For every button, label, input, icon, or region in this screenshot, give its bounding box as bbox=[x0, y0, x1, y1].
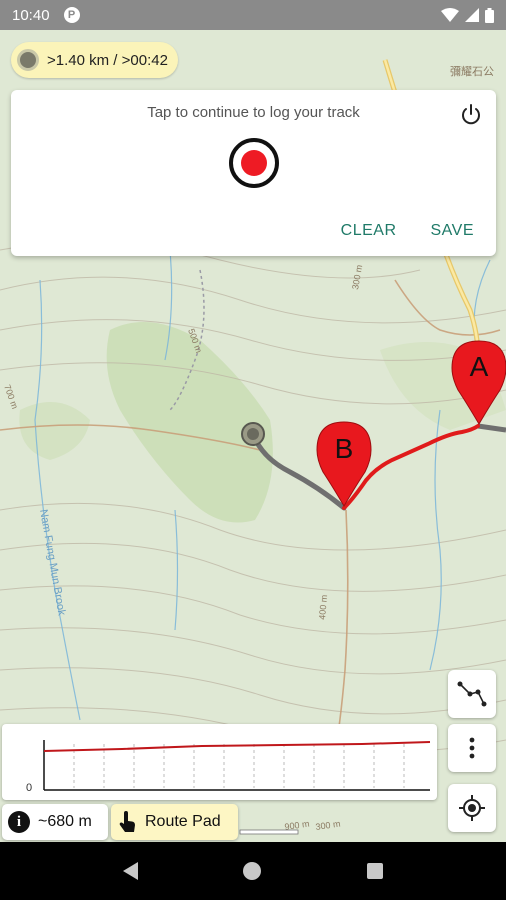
route-distance-text: ~680 m bbox=[38, 813, 92, 830]
record-button[interactable] bbox=[229, 138, 279, 188]
power-button[interactable] bbox=[456, 100, 486, 130]
status-icons bbox=[441, 7, 494, 23]
record-dot-icon bbox=[241, 150, 267, 176]
position-dot-icon bbox=[17, 49, 39, 71]
status-time: 10:40 bbox=[12, 6, 50, 24]
distance-summary-pill[interactable]: >1.40 km / >00:42 bbox=[11, 42, 178, 78]
system-nav-bar bbox=[0, 842, 506, 900]
distance-summary-text: >1.40 km / >00:42 bbox=[47, 51, 168, 69]
touch-hand-icon bbox=[119, 811, 135, 832]
clear-button[interactable]: CLEAR bbox=[341, 222, 397, 240]
home-icon[interactable] bbox=[243, 862, 262, 880]
elevation-profile-panel[interactable]: 0 bbox=[2, 724, 437, 800]
save-button[interactable]: SAVE bbox=[431, 222, 475, 240]
locate-me-button[interactable] bbox=[448, 784, 496, 832]
recents-icon[interactable] bbox=[367, 863, 384, 879]
more-vert-icon bbox=[469, 737, 475, 759]
route-line-button[interactable] bbox=[448, 670, 496, 718]
marker-b-label: B bbox=[335, 433, 354, 464]
wifi-icon bbox=[441, 8, 459, 22]
track-log-message: Tap to continue to log your track bbox=[147, 104, 360, 121]
back-icon[interactable] bbox=[122, 862, 138, 880]
power-icon bbox=[462, 104, 480, 125]
signal-icon bbox=[465, 8, 479, 22]
p-circle-icon: P bbox=[63, 7, 80, 23]
place-label: 彌耀石公 bbox=[450, 65, 494, 78]
route-pad-button[interactable]: Route Pad bbox=[111, 804, 238, 840]
marker-a-label: A bbox=[470, 351, 489, 382]
elevation-zero-label: 0 bbox=[26, 782, 33, 794]
route-pad-label: Route Pad bbox=[145, 813, 221, 830]
status-bar: 10:40 P bbox=[0, 0, 506, 30]
track-log-card: Tap to continue to log your track CLEAR … bbox=[11, 90, 496, 256]
more-options-button[interactable] bbox=[448, 724, 496, 772]
gps-target-icon bbox=[459, 795, 485, 821]
elevation-line bbox=[43, 741, 431, 752]
info-icon: i bbox=[8, 811, 30, 833]
track-card-actions: CLEAR SAVE bbox=[341, 222, 474, 240]
route-line-icon bbox=[457, 681, 487, 707]
battery-icon bbox=[485, 7, 494, 23]
elevation-chart bbox=[43, 740, 431, 791]
distance-info-chip[interactable]: i ~680 m bbox=[2, 804, 108, 840]
